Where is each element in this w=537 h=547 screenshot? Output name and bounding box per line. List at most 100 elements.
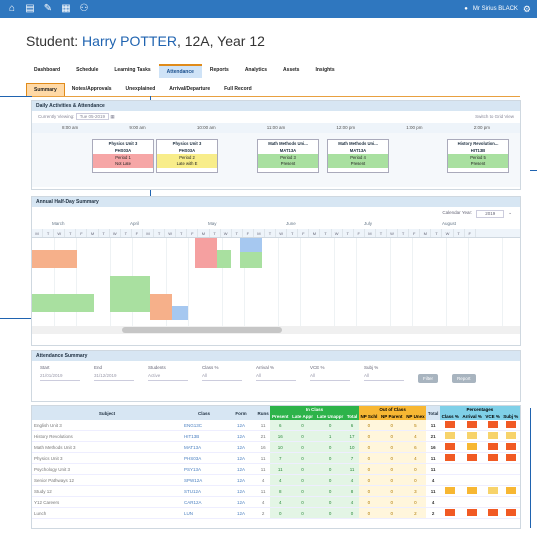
tab-analytics[interactable]: Analytics <box>237 64 275 78</box>
panel-title: Attendance Summary <box>32 351 520 361</box>
people-icon[interactable]: ⚇ <box>78 3 90 15</box>
out-class-cell: 0 <box>379 463 405 475</box>
filter-label: End <box>94 365 103 370</box>
filter-input[interactable]: 31/12/2019 <box>94 373 134 381</box>
sub-header[interactable]: Subj % <box>501 413 520 420</box>
sub-header[interactable]: Total <box>345 413 359 420</box>
horizontal-scrollbar[interactable] <box>32 326 520 334</box>
sub-header[interactable]: Class % <box>439 413 461 420</box>
sub-header[interactable]: NP Unex <box>404 413 427 420</box>
class-status: Period 2 Late with E <box>157 154 217 168</box>
table-row[interactable]: Senior Pathways 12 SPW12A 12A 4 4 0 0 4 0 0 0 4 <box>32 474 520 486</box>
subtab-full-record[interactable]: Full Record <box>217 83 259 96</box>
sub-header[interactable]: NP Schl <box>358 413 380 420</box>
home-icon[interactable]: ⌂ <box>6 3 18 15</box>
tab-dashboard[interactable]: Dashboard <box>26 64 68 78</box>
chevron-down-icon: ⌄ <box>508 210 512 215</box>
percentage-cell <box>501 507 520 519</box>
class-link[interactable]: PHS03A <box>182 452 226 464</box>
subject-header[interactable]: Subject <box>32 406 182 420</box>
tab-schedule[interactable]: Schedule <box>68 64 106 78</box>
sub-header[interactable]: Late Unappr <box>314 413 346 420</box>
class-card[interactable]: History Revolution... HIT13B Period 5 Prese… <box>447 139 509 173</box>
filter-input[interactable]: All <box>202 373 242 381</box>
time-label: 2:00 pm <box>473 125 490 130</box>
report-button[interactable]: Report <box>452 374 476 383</box>
subtab-summary[interactable]: Summary <box>26 83 65 96</box>
sub-header[interactable]: VCE % <box>483 413 502 420</box>
user-name[interactable]: Mr Sirius BLACK <box>473 6 518 12</box>
gear-icon[interactable]: ⚙ <box>523 4 531 15</box>
class-link[interactable]: STU12A <box>182 485 226 497</box>
filter-input[interactable]: All <box>310 373 350 381</box>
percentage-cell <box>460 430 484 442</box>
subtab-unexplained[interactable]: Unexplained <box>119 83 163 96</box>
tab-reports[interactable]: Reports <box>202 64 237 78</box>
class-card[interactable]: Math Methods Uni... MAT13A Period 4 Present <box>327 139 389 173</box>
year-select[interactable]: 2019 <box>476 210 505 218</box>
percentage-cell <box>483 485 502 497</box>
table-row[interactable]: Lunch LUN 12A 2 0 0 0 0 0 0 2 2 <box>32 507 520 519</box>
calendar-icon[interactable]: ▦ <box>110 114 114 119</box>
form-cell: 12A <box>226 496 256 508</box>
class-link[interactable]: CAR12A <box>182 496 226 508</box>
class-status: Period 1 Not Late <box>93 154 153 168</box>
class-link[interactable]: ENG13C <box>182 420 226 431</box>
tab-assets[interactable]: Assets <box>275 64 307 78</box>
in-class-cell: 0 <box>290 430 315 442</box>
runs-header[interactable]: Runs <box>256 406 271 420</box>
percentage-cell <box>501 496 520 508</box>
class-card[interactable]: Physics Unit 3 PHS03A Period 2 Late with E <box>156 139 218 173</box>
user-icon: ● <box>464 6 468 12</box>
class-card[interactable]: Math Methods Uni... MAT13A Period 3 Present <box>257 139 319 173</box>
table-row[interactable]: Y12 Careers CAR12A 12A 4 4 0 0 4 0 0 0 4 <box>32 496 520 508</box>
month-row: March April May June July August <box>32 221 520 229</box>
half-day-summary-panel: Annual Half-Day Summary Calendar Year: 2… <box>31 196 521 346</box>
switch-grid-view-link[interactable]: Switch to Grid View <box>475 114 514 120</box>
table-row[interactable]: Psychology Unit 3 PSY13A 12A 11 11 0 0 11 0 0 0 11 <box>32 463 520 475</box>
filter-input[interactable]: All <box>364 373 404 381</box>
tab-learning-tasks[interactable]: Learning Tasks <box>106 64 158 78</box>
class-link[interactable]: SPW12A <box>182 474 226 486</box>
total-cell: 11 <box>426 463 440 475</box>
class-link[interactable]: LUN <box>182 507 226 519</box>
percentage-cell <box>460 507 484 519</box>
list-icon[interactable]: ▤ <box>24 3 36 15</box>
table-row[interactable]: History Revolutions HIT13B 12A 21 16 0 1 17 0 0 4 2… <box>32 430 520 442</box>
subtab-arrival-departure[interactable]: Arrival/Departure <box>162 83 217 96</box>
day-label: T <box>376 229 387 237</box>
class-link[interactable]: HIT13B <box>182 430 226 442</box>
class-link[interactable]: MAT13A <box>182 441 226 453</box>
sub-header[interactable]: Late Appr <box>290 413 315 420</box>
grid-icon[interactable]: ▦ <box>60 3 72 15</box>
class-link[interactable]: PSY13A <box>182 463 226 475</box>
class-card[interactable]: Physics Unit 3 PHS03A Period 1 Not Late <box>92 139 154 173</box>
table-row[interactable]: Study 12 STU12A 12A 11 8 0 0 8 0 0 3 11 <box>32 485 520 497</box>
annotation-line <box>530 408 531 528</box>
table-row[interactable]: English Unit 3 ENG13C 12A 11 6 0 0 6 0 0 5 11 <box>32 420 520 431</box>
table-row[interactable]: Physics Unit 3 PHS03A 12A 11 7 0 0 7 0 0 4 11 <box>32 452 520 464</box>
total-header[interactable]: Total <box>426 406 440 420</box>
table-row[interactable]: Math Methods Unit 3 MAT13A 12A 16 10 0 0 10 0 0 6 1… <box>32 441 520 453</box>
percentage-cell <box>439 474 461 486</box>
tab-insights[interactable]: Insights <box>307 64 342 78</box>
filter-button[interactable]: Filter <box>418 374 438 383</box>
percentage-cell <box>501 452 520 464</box>
absence-block <box>110 276 150 312</box>
day-label: W <box>110 229 121 237</box>
runs-cell: 16 <box>256 441 271 453</box>
sub-header[interactable]: Present <box>270 413 291 420</box>
date-input[interactable]: Tue 05-2019 <box>75 113 110 120</box>
form-header[interactable]: Form <box>226 406 256 420</box>
sub-header[interactable]: Arrival % <box>460 413 484 420</box>
filter-input[interactable]: Active <box>148 373 188 381</box>
absence-block <box>32 294 94 312</box>
pencil-icon[interactable]: ✎ <box>42 3 54 15</box>
class-header[interactable]: Class <box>182 406 226 420</box>
tab-attendance[interactable]: Attendance <box>158 64 202 78</box>
subtab-notes-approvals[interactable]: Notes/Approvals <box>65 83 119 96</box>
month-label: May <box>208 221 217 226</box>
filter-input[interactable]: All <box>256 373 296 381</box>
filter-input[interactable]: 21/01/2019 <box>40 373 80 381</box>
sub-header[interactable]: NP Parent <box>379 413 405 420</box>
